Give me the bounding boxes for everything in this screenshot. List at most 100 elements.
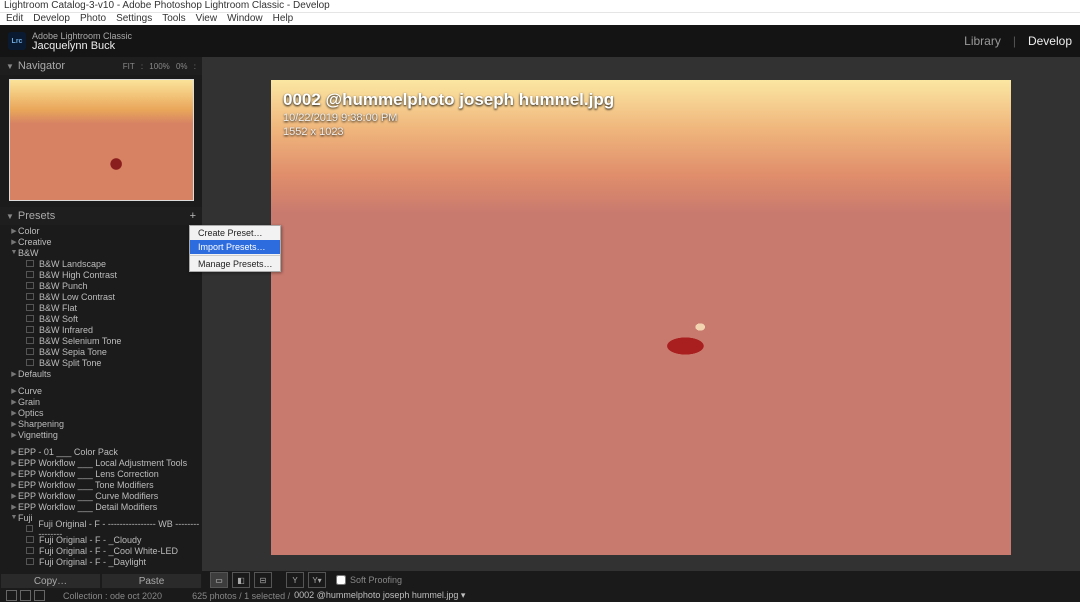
- identity-plate-user: Jacquelynn Buck: [32, 41, 132, 51]
- module-library[interactable]: Library: [964, 34, 1001, 48]
- module-develop[interactable]: Develop: [1028, 34, 1072, 48]
- navigator-header[interactable]: ▼ Navigator FIT : 100% 0% :: [0, 57, 202, 75]
- preset-group-label: EPP Workflow ___ Detail Modifiers: [18, 502, 157, 512]
- preset-item[interactable]: Fuji Original - F - _Daylight: [0, 556, 202, 567]
- preset-item[interactable]: B&W Landscape: [0, 258, 202, 269]
- canvas[interactable]: 0002 @hummelphoto joseph hummel.jpg 10/2…: [202, 57, 1080, 571]
- preset-item[interactable]: B&W Flat: [0, 302, 202, 313]
- preset-item-label: Fuji Original - F - _Daylight: [39, 557, 146, 567]
- identity-bar: Lrc Adobe Lightroom Classic Jacquelynn B…: [0, 25, 1080, 57]
- preset-group[interactable]: ▶EPP Workflow ___ Curve Modifiers: [0, 490, 202, 501]
- preset-group-label: Grain: [18, 397, 40, 407]
- navigator-thumbnail[interactable]: [9, 79, 194, 201]
- preset-group[interactable]: ▶EPP Workflow ___ Local Adjustment Tools: [0, 457, 202, 468]
- grid-icon[interactable]: [6, 590, 17, 601]
- preset-group[interactable]: ▶EPP Workflow ___ Detail Modifiers: [0, 501, 202, 512]
- preset-group[interactable]: ▶Curve: [0, 385, 202, 396]
- preset-item-label: B&W Selenium Tone: [39, 336, 121, 346]
- preset-group-label: Optics: [18, 408, 44, 418]
- grid2-icon[interactable]: [20, 590, 31, 601]
- navigator-zoom-controls[interactable]: FIT : 100% 0% :: [123, 62, 196, 71]
- soft-proofing-toggle[interactable]: Soft Proofing: [336, 575, 402, 585]
- ctx-create-preset[interactable]: Create Preset…: [190, 226, 280, 240]
- preset-group[interactable]: ▶Optics: [0, 407, 202, 418]
- preset-group-label: EPP Workflow ___ Tone Modifiers: [18, 480, 154, 490]
- image-dimensions: 1552 x 1023: [283, 126, 614, 138]
- before-after-tb-icon[interactable]: ⊟: [254, 572, 272, 588]
- preset-thumb-icon: [26, 282, 34, 289]
- preset-item[interactable]: B&W Selenium Tone: [0, 335, 202, 346]
- info-overlay: 0002 @hummelphoto joseph hummel.jpg 10/2…: [283, 90, 614, 138]
- grid3-icon[interactable]: [34, 590, 45, 601]
- menu-tools[interactable]: Tools: [162, 13, 185, 25]
- menu-photo[interactable]: Photo: [80, 13, 106, 25]
- preset-group[interactable]: ▶EPP Workflow ___ Lens Correction: [0, 468, 202, 479]
- chevron-right-icon: ▶: [10, 492, 18, 500]
- status-collection[interactable]: Collection : ode oct 2020: [63, 591, 162, 601]
- presets-list[interactable]: ▶Color▶Creative▼B&WB&W LandscapeB&W High…: [0, 225, 202, 571]
- chevron-right-icon: ▶: [10, 420, 18, 428]
- chevron-right-icon: ▶: [10, 238, 18, 246]
- preset-thumb-icon: [26, 293, 34, 300]
- ctx-manage-presets[interactable]: Manage Presets…: [190, 257, 280, 271]
- soft-proofing-checkbox[interactable]: [336, 575, 346, 585]
- copy-button[interactable]: Copy…: [1, 574, 100, 588]
- preset-thumb-icon: [26, 304, 34, 311]
- left-panel: ▼ Navigator FIT : 100% 0% : ▼ Presets + …: [0, 57, 202, 589]
- preset-item[interactable]: B&W Split Tone: [0, 357, 202, 368]
- loupe-view-icon[interactable]: ▭: [210, 572, 228, 588]
- copy-paste-bar: Copy… Paste: [0, 573, 202, 589]
- presets-title: Presets: [18, 210, 55, 222]
- main-image[interactable]: 0002 @hummelphoto joseph hummel.jpg 10/2…: [271, 80, 1011, 555]
- preset-item[interactable]: B&W Low Contrast: [0, 291, 202, 302]
- preset-group-label: Color: [18, 226, 40, 236]
- preset-item[interactable]: Fuji Original - F - _Cool White-LED: [0, 545, 202, 556]
- preset-item[interactable]: Fuji Original - F - ---------------- WB …: [0, 523, 202, 534]
- chevron-right-icon: ▶: [10, 409, 18, 417]
- chevron-right-icon: ▶: [10, 481, 18, 489]
- paste-button[interactable]: Paste: [102, 574, 201, 588]
- presets-header[interactable]: ▼ Presets +: [0, 207, 202, 225]
- preset-group[interactable]: ▶Defaults: [0, 368, 202, 379]
- preset-group-label: Creative: [18, 237, 52, 247]
- compare-y-split-icon[interactable]: Y▾: [308, 572, 326, 588]
- chevron-down-icon: ▼: [6, 212, 14, 221]
- preset-thumb-icon: [26, 271, 34, 278]
- status-current-file[interactable]: 0002 @hummelphoto joseph hummel.jpg ▾: [294, 590, 465, 601]
- ctx-separator: [190, 255, 280, 256]
- menu-settings[interactable]: Settings: [116, 13, 152, 25]
- menubar: Edit Develop Photo Settings Tools View W…: [0, 13, 1080, 25]
- preset-group[interactable]: ▶Grain: [0, 396, 202, 407]
- compare-y-icon[interactable]: Y: [286, 572, 304, 588]
- menu-window[interactable]: Window: [227, 13, 263, 25]
- preset-item-label: B&W Flat: [39, 303, 77, 313]
- menu-help[interactable]: Help: [273, 13, 294, 25]
- status-counts: 625 photos / 1 selected /: [192, 591, 290, 601]
- preset-item[interactable]: B&W Infrared: [0, 324, 202, 335]
- preset-item-label: B&W Landscape: [39, 259, 106, 269]
- preset-group[interactable]: ▶EPP Workflow ___ Tone Modifiers: [0, 479, 202, 490]
- preset-group[interactable]: ▶Sharpening: [0, 418, 202, 429]
- preset-item[interactable]: B&W Sepia Tone: [0, 346, 202, 357]
- preset-group-label: B&W: [18, 248, 39, 258]
- preset-group[interactable]: ▶Vignetting: [0, 429, 202, 440]
- menu-view[interactable]: View: [196, 13, 218, 25]
- preset-item[interactable]: B&W High Contrast: [0, 269, 202, 280]
- chevron-right-icon: ▶: [10, 431, 18, 439]
- before-after-lr-icon[interactable]: ◧: [232, 572, 250, 588]
- menu-edit[interactable]: Edit: [6, 13, 23, 25]
- chevron-right-icon: ▶: [10, 459, 18, 467]
- module-picker: Library | Develop: [964, 34, 1072, 48]
- preset-group[interactable]: ▶Creative: [0, 236, 202, 247]
- ctx-import-presets[interactable]: Import Presets…: [190, 240, 280, 254]
- chevron-right-icon: ▶: [10, 387, 18, 395]
- chevron-down-icon: ▼: [10, 249, 18, 256]
- preset-group[interactable]: ▶EPP - 01 ___ Color Pack: [0, 446, 202, 457]
- preset-group[interactable]: ▶Color: [0, 225, 202, 236]
- preset-thumb-icon: [26, 359, 34, 366]
- preset-group[interactable]: ▼B&W: [0, 247, 202, 258]
- add-preset-icon[interactable]: +: [190, 210, 196, 222]
- menu-develop[interactable]: Develop: [33, 13, 70, 25]
- preset-item[interactable]: B&W Soft: [0, 313, 202, 324]
- preset-item[interactable]: B&W Punch: [0, 280, 202, 291]
